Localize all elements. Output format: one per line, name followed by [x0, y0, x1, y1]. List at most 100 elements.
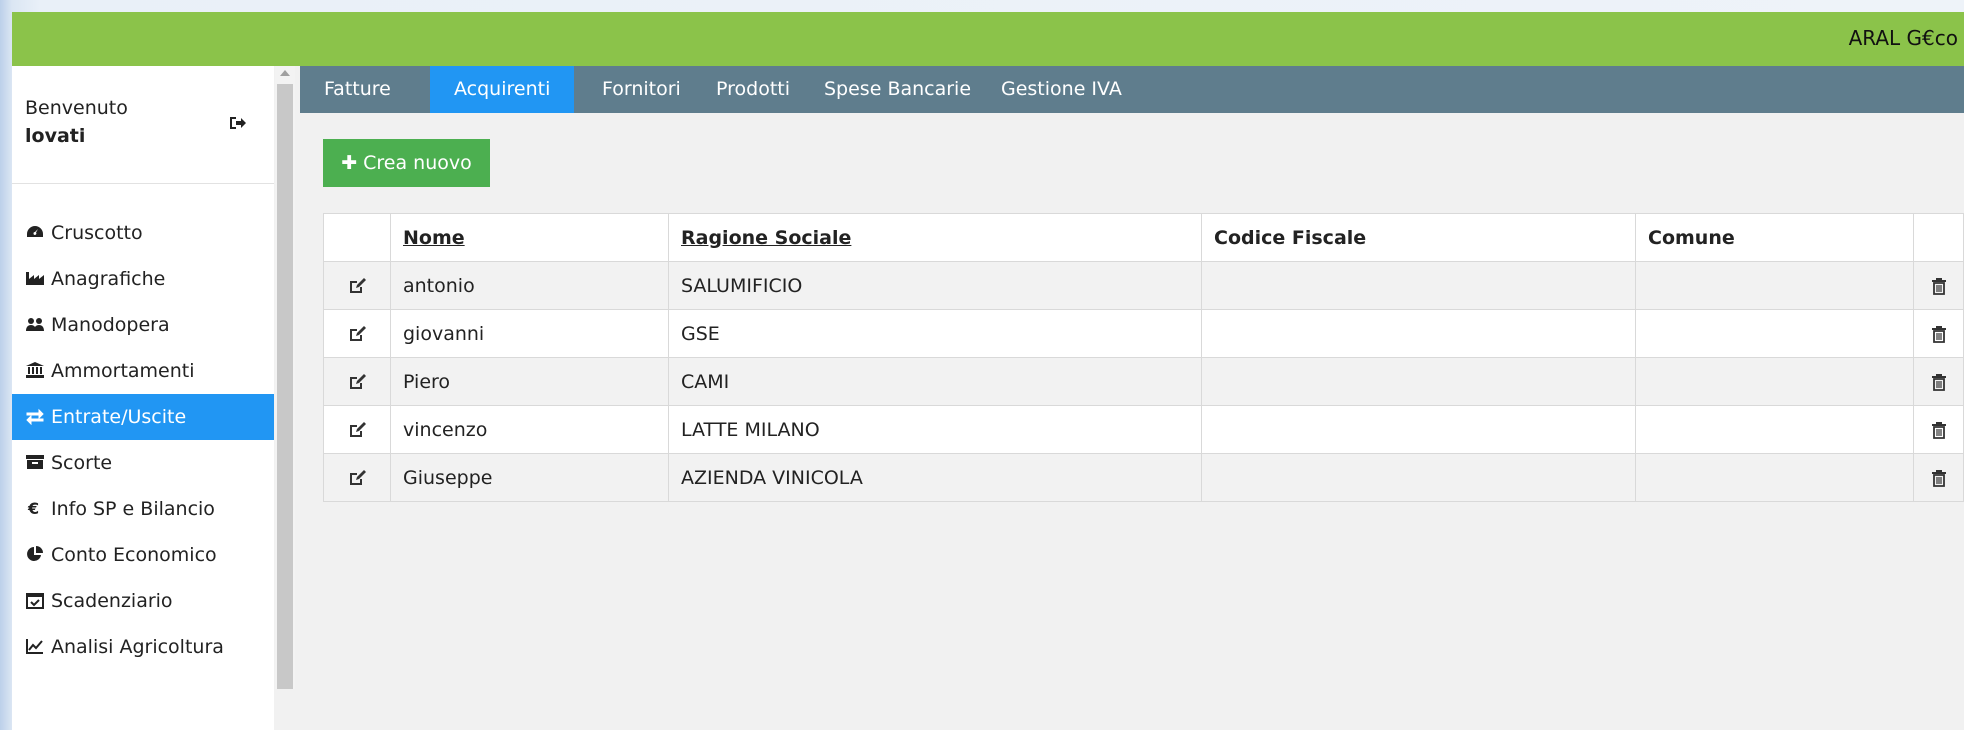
- industry-icon: [25, 268, 51, 286]
- tab-fornitori[interactable]: Fornitori: [578, 66, 705, 113]
- cell-nome: Piero: [390, 357, 669, 406]
- welcome-label: Benvenuto: [25, 97, 128, 119]
- cell-nome: antonio: [390, 261, 669, 310]
- cell-ragione-sociale: GSE: [668, 309, 1202, 358]
- sidebar-item-analisi-agricoltura[interactable]: Analisi Agricoltura: [12, 624, 274, 670]
- edit-icon[interactable]: [347, 421, 367, 439]
- sidebar-item-label: Anagrafiche: [51, 268, 166, 290]
- trash-icon[interactable]: [1929, 325, 1949, 343]
- cell-comune: [1635, 405, 1914, 454]
- sidebar-item-anagrafiche[interactable]: Anagrafiche: [12, 256, 274, 302]
- table-row: giovanni GSE: [323, 309, 1964, 358]
- archive-icon: [25, 452, 51, 470]
- cell-codice-fiscale: [1201, 453, 1636, 502]
- header-ragione-sociale[interactable]: Ragione Sociale: [668, 213, 1202, 262]
- sidebar-item-entrate-uscite[interactable]: Entrate/Uscite: [12, 394, 274, 440]
- tab-fatture[interactable]: Fatture: [300, 66, 415, 113]
- create-new-button[interactable]: ✚ Crea nuovo: [323, 139, 490, 187]
- cell-ragione-sociale: AZIENDA VINICOLA: [668, 453, 1202, 502]
- sidebar-divider: [12, 183, 274, 184]
- sidebar-item-label: Conto Economico: [51, 544, 217, 566]
- table-header-row: Nome Ragione Sociale Codice Fiscale Comu…: [323, 213, 1964, 262]
- trash-icon[interactable]: [1929, 277, 1949, 295]
- create-new-label: Crea nuovo: [363, 152, 472, 174]
- pie-chart-icon: [25, 544, 51, 562]
- cell-codice-fiscale: [1201, 405, 1636, 454]
- sidebar-item-label: Ammortamenti: [51, 360, 195, 382]
- edit-icon[interactable]: [347, 373, 367, 391]
- sidebar-item-scadenziario[interactable]: Scadenziario: [12, 578, 274, 624]
- delete-cell: [1913, 405, 1964, 454]
- scroll-up-arrow-icon[interactable]: [280, 70, 290, 76]
- header-delete: [1913, 213, 1964, 262]
- bank-icon: [25, 360, 51, 378]
- logout-icon[interactable]: [228, 114, 252, 134]
- header-codice-fiscale: Codice Fiscale: [1201, 213, 1636, 262]
- dashboard-icon: [25, 222, 51, 240]
- app-window: ARAL G€co Benvenuto lovati Cruscotto Ana…: [12, 12, 1964, 730]
- delete-cell: [1913, 357, 1964, 406]
- welcome-block: Benvenuto lovati: [25, 94, 128, 150]
- euro-icon: €: [25, 498, 51, 518]
- delete-cell: [1913, 453, 1964, 502]
- sidebar-item-label: Analisi Agricoltura: [51, 636, 224, 658]
- cell-nome: giovanni: [390, 309, 669, 358]
- cell-codice-fiscale: [1201, 261, 1636, 310]
- cell-comune: [1635, 261, 1914, 310]
- sidebar-item-label: Info SP e Bilancio: [51, 498, 215, 520]
- cell-comune: [1635, 357, 1914, 406]
- calendar-check-icon: [25, 590, 51, 609]
- trash-icon[interactable]: [1929, 469, 1949, 487]
- cell-codice-fiscale: [1201, 309, 1636, 358]
- sidebar-item-ammortamenti[interactable]: Ammortamenti: [12, 348, 274, 394]
- sidebar: Benvenuto lovati Cruscotto Anagrafiche M…: [12, 66, 274, 730]
- exchange-icon: [25, 406, 51, 426]
- cell-nome: vincenzo: [390, 405, 669, 454]
- sidebar-item-label: Scorte: [51, 452, 113, 474]
- sidebar-item-conto-economico[interactable]: Conto Economico: [12, 532, 274, 578]
- delete-cell: [1913, 309, 1964, 358]
- cell-ragione-sociale: CAMI: [668, 357, 1202, 406]
- edit-cell: [323, 309, 391, 358]
- brand-label: ARAL G€co: [1848, 26, 1958, 50]
- cell-comune: [1635, 453, 1914, 502]
- header-label: Nome: [403, 226, 465, 249]
- header-nome[interactable]: Nome: [390, 213, 669, 262]
- sidebar-item-scorte[interactable]: Scorte: [12, 440, 274, 486]
- edit-icon[interactable]: [347, 469, 367, 487]
- tab-gestione-iva[interactable]: Gestione IVA: [977, 66, 1146, 113]
- sidebar-item-label: Entrate/Uscite: [51, 406, 187, 428]
- sidebar-nav: Cruscotto Anagrafiche Manodopera Ammorta…: [12, 210, 274, 670]
- tab-acquirenti[interactable]: Acquirenti: [430, 66, 575, 113]
- trash-icon[interactable]: [1929, 421, 1949, 439]
- sidebar-item-manodopera[interactable]: Manodopera: [12, 302, 274, 348]
- cell-ragione-sociale: SALUMIFICIO: [668, 261, 1202, 310]
- tab-bar: Fatture Acquirenti Fornitori Prodotti Sp…: [300, 66, 1964, 113]
- sidebar-item-cruscotto[interactable]: Cruscotto: [12, 210, 274, 256]
- cell-codice-fiscale: [1201, 357, 1636, 406]
- user-name: lovati: [25, 125, 86, 147]
- cell-nome: Giuseppe: [390, 453, 669, 502]
- tab-prodotti[interactable]: Prodotti: [692, 66, 814, 113]
- header-actions: [323, 213, 391, 262]
- sidebar-item-label: Manodopera: [51, 314, 170, 336]
- edit-cell: [323, 261, 391, 310]
- sidebar-scrollbar-thumb[interactable]: [277, 84, 293, 689]
- acquirenti-table: Nome Ragione Sociale Codice Fiscale Comu…: [323, 213, 1964, 502]
- header-label: Comune: [1648, 226, 1735, 249]
- cell-comune: [1635, 309, 1914, 358]
- header-label: Codice Fiscale: [1214, 226, 1367, 249]
- edit-cell: [323, 357, 391, 406]
- line-chart-icon: [25, 636, 51, 654]
- trash-icon[interactable]: [1929, 373, 1949, 391]
- edit-cell: [323, 453, 391, 502]
- table-row: Giuseppe AZIENDA VINICOLA: [323, 453, 1964, 502]
- sidebar-item-info-sp-bilancio[interactable]: € Info SP e Bilancio: [12, 486, 274, 532]
- header-comune: Comune: [1635, 213, 1914, 262]
- edit-icon[interactable]: [347, 277, 367, 295]
- users-icon: [25, 314, 51, 332]
- edit-icon[interactable]: [347, 325, 367, 343]
- cell-ragione-sociale: LATTE MILANO: [668, 405, 1202, 454]
- tab-spese-bancarie[interactable]: Spese Bancarie: [800, 66, 995, 113]
- top-bar: ARAL G€co: [12, 12, 1964, 66]
